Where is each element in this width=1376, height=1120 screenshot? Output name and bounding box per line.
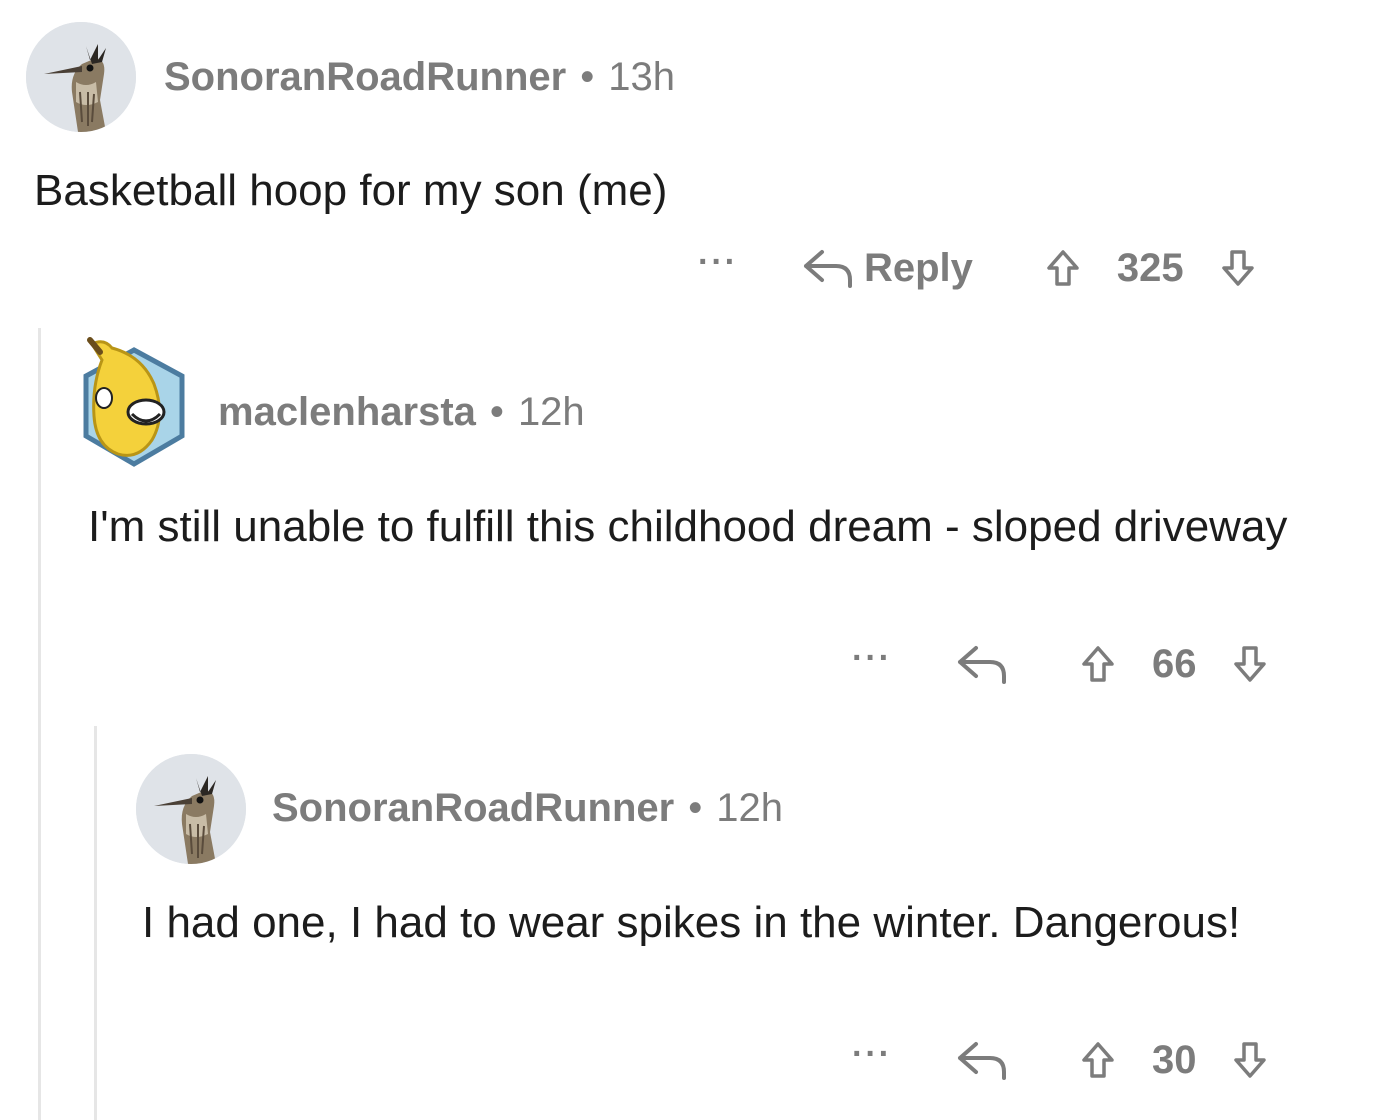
comment-body: I'm still unable to fulfill this childho… [88,502,1288,551]
comment-thread: SonoranRoadRunner • 13h Basketball hoop fo… [0,0,1376,1120]
timestamp[interactable]: 12h [716,786,783,830]
vote-control: 66 [1078,642,1271,687]
vote-score: 66 [1151,641,1197,686]
roadrunner-avatar[interactable] [26,22,136,132]
upvote-arrow-icon[interactable] [1043,248,1083,288]
more-options-icon[interactable]: ··· [852,641,892,675]
meta-separator: • [688,786,703,830]
reply-arrow-icon [803,250,852,288]
vote-control: 325 [1043,246,1258,291]
meta-separator: • [489,390,504,434]
downvote-arrow-icon[interactable] [1230,1040,1270,1080]
upvote-arrow-icon[interactable] [1078,1040,1118,1080]
meta-separator: • [580,55,595,99]
vote-score: 325 [1116,245,1184,290]
comment-meta: maclenharsta • 12h [218,388,585,436]
more-options-icon[interactable]: ··· [698,245,738,279]
reply-arrow-icon [957,1042,1006,1080]
username[interactable]: SonoranRoadRunner [272,786,674,830]
timestamp[interactable]: 13h [608,55,675,99]
username[interactable]: maclenharsta [218,390,476,434]
comment-body: Basketball hoop for my son (me) [34,166,668,215]
comment-meta: SonoranRoadRunner • 12h [272,784,783,832]
downvote-arrow-icon[interactable] [1230,644,1270,684]
timestamp[interactable]: 12h [518,390,585,434]
more-options-icon[interactable]: ··· [852,1037,892,1071]
comment-actions: ··· Reply 325 [698,244,1258,292]
comment-body: I had one, I had to wear spikes in the w… [142,898,1241,947]
roadrunner-avatar[interactable] [136,754,246,864]
comment-meta: SonoranRoadRunner • 13h [164,53,675,101]
vote-control: 30 [1078,1038,1271,1083]
upvote-arrow-icon[interactable] [1078,644,1118,684]
reply-button[interactable] [956,1038,1008,1082]
reply-label: Reply [863,245,973,290]
username[interactable]: SonoranRoadRunner [164,55,566,99]
thread-line-level-1[interactable] [38,328,41,1120]
downvote-arrow-icon[interactable] [1218,248,1258,288]
banana-avatar[interactable] [82,336,186,468]
reply-button[interactable]: Reply [802,246,973,291]
comment-actions: ··· 30 [852,1036,1270,1084]
reply-arrow-icon [957,646,1006,684]
vote-score: 30 [1151,1037,1197,1082]
thread-line-level-2[interactable] [94,726,97,1120]
reply-button[interactable] [956,642,1008,686]
comment-actions: ··· 66 [852,640,1270,688]
